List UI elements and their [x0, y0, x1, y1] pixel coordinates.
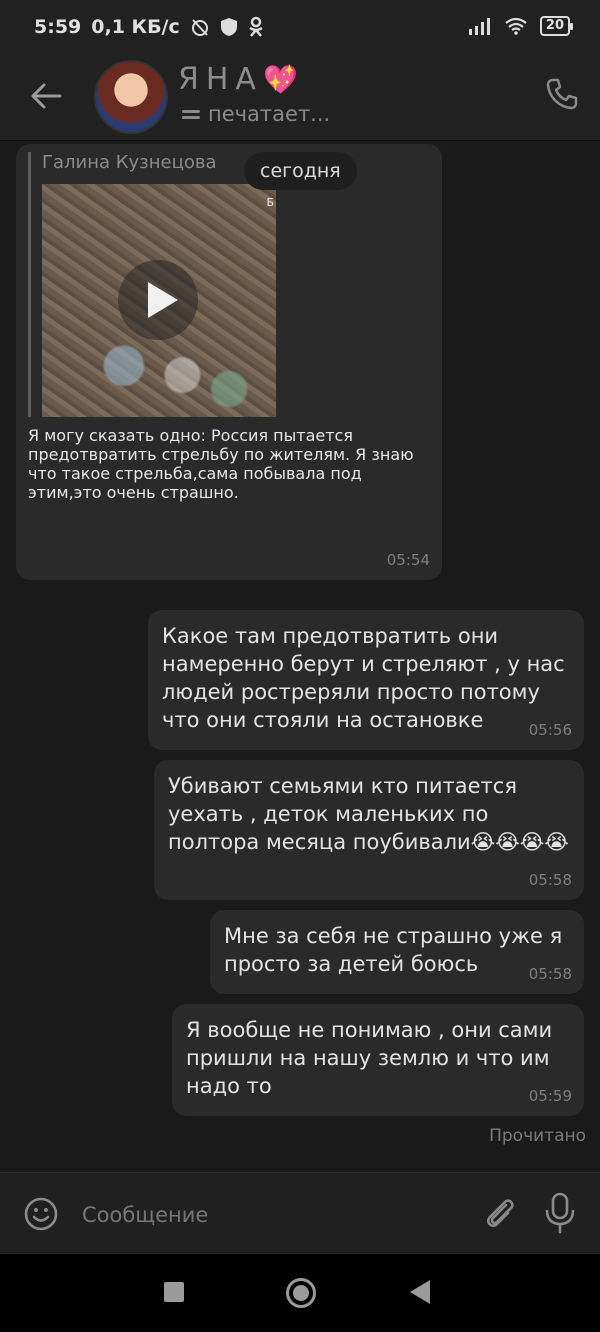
- message-input[interactable]: [80, 1195, 464, 1235]
- wifi-icon: [505, 17, 527, 35]
- quoted-author: Галина Кузнецова: [42, 152, 217, 173]
- message-input-bar: [0, 1172, 600, 1255]
- typing-status: печатает...: [182, 102, 330, 126]
- contact-name-text: ЯНА: [178, 62, 263, 97]
- outgoing-message-text: Я вообще не понимаю , они сами пришли на…: [186, 1018, 553, 1098]
- nav-back-icon[interactable]: [410, 1280, 430, 1304]
- outgoing-message-text: Убивают семьями кто питается уехать , де…: [168, 774, 569, 854]
- incoming-message-text: Я могу сказать одно: Россия пытается пре…: [28, 426, 414, 502]
- outgoing-message[interactable]: Убивают семьями кто питается уехать , де…: [154, 760, 584, 900]
- video-corner-label: Б: [266, 196, 274, 209]
- quote-bar: [28, 152, 31, 417]
- battery-indicator: 20: [539, 16, 574, 36]
- avatar[interactable]: [94, 60, 168, 134]
- microphone-icon[interactable]: [540, 1191, 580, 1235]
- message-time: 05:58: [528, 871, 572, 889]
- typing-status-text: печатает...: [208, 102, 331, 126]
- date-separator: сегодня: [244, 152, 357, 190]
- outgoing-message[interactable]: Мне за себя не страшно уже я просто за д…: [210, 910, 584, 994]
- shield-icon: [220, 18, 237, 36]
- outgoing-message[interactable]: Я вообще не понимаю , они сами пришли на…: [172, 1004, 584, 1116]
- net-speed: 0,1 КБ/с: [91, 16, 180, 38]
- alarm-off-icon: [191, 19, 208, 36]
- chat-screen: 5:59 0,1 КБ/с 20 ЯНА💖 печатает... 05:54 …: [0, 0, 600, 1332]
- outgoing-message-text: Какое там предотвратить они намеренно бе…: [162, 624, 565, 732]
- chat-header: ЯНА💖 печатает...: [0, 58, 600, 141]
- status-left: 5:59 0,1 КБ/с: [34, 16, 264, 38]
- emoji-icon[interactable]: [22, 1195, 60, 1233]
- odnoklassniki-icon: [249, 16, 263, 37]
- home-icon[interactable]: [286, 1278, 316, 1308]
- message-time: 05:59: [528, 1087, 572, 1105]
- outgoing-message[interactable]: Какое там предотвратить они намеренно бе…: [148, 610, 584, 750]
- read-status: Прочитано: [489, 1126, 586, 1146]
- typing-indicator-icon: [182, 107, 200, 122]
- status-bar: 5:59 0,1 КБ/с 20: [0, 0, 600, 58]
- contact-name[interactable]: ЯНА💖: [178, 62, 298, 97]
- recent-apps-icon[interactable]: [164, 1282, 184, 1302]
- outgoing-message-text: Мне за себя не страшно уже я просто за д…: [224, 924, 563, 976]
- signal-icon: [468, 18, 490, 35]
- paperclip-icon[interactable]: [480, 1193, 520, 1233]
- status-right: 20: [468, 16, 574, 36]
- message-time: 05:56: [528, 721, 572, 739]
- play-icon[interactable]: [118, 260, 198, 340]
- back-arrow-icon[interactable]: [26, 76, 66, 116]
- video-thumbnail[interactable]: Б: [42, 184, 276, 417]
- system-nav-bar: [0, 1254, 600, 1332]
- heart-emoji: 💖: [262, 63, 298, 96]
- message-time: 05:54: [386, 551, 430, 569]
- phone-icon[interactable]: [544, 76, 580, 112]
- message-time: 05:58: [528, 965, 572, 983]
- status-time: 5:59: [34, 16, 82, 38]
